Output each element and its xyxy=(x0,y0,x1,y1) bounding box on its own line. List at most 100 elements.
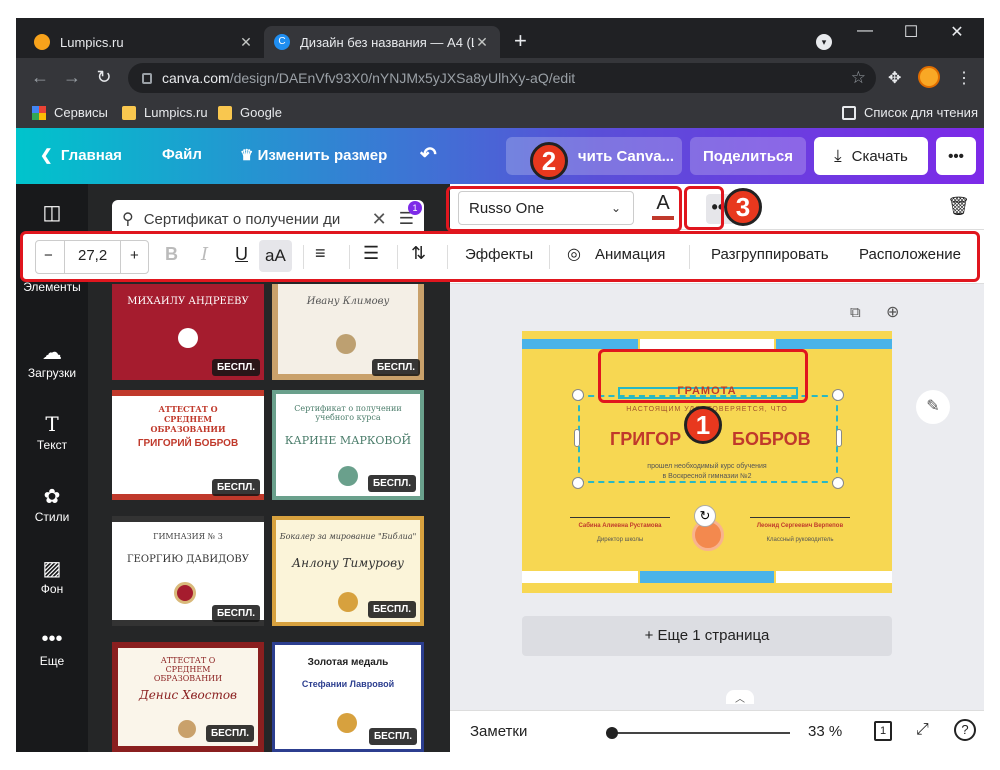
letter-case-button[interactable]: aA xyxy=(259,240,292,272)
background-pattern-icon: ▨ xyxy=(42,558,62,580)
resize-handle[interactable] xyxy=(832,389,844,401)
align-center-icon[interactable]: ≡ xyxy=(315,243,326,264)
rail-elements[interactable]: Элементы xyxy=(16,280,88,294)
extensions-puzzle-icon[interactable]: ✥ xyxy=(888,68,901,88)
rail-more[interactable]: ••• Еще xyxy=(16,628,88,668)
rail-uploads[interactable]: ☁ Загрузки xyxy=(16,340,88,380)
template-thumbnail[interactable]: Ивану Климову БЕСПЛ. xyxy=(272,284,424,380)
template-thumbnail[interactable]: АТТЕСТАТ О СРЕДНЕМ ОБРАЗОВАНИИ ГРИГОРИЙ … xyxy=(112,390,264,500)
free-badge: БЕСПЛ. xyxy=(211,479,260,496)
duplicate-page-icon[interactable]: ⧉ xyxy=(850,304,861,321)
rail-styles[interactable]: ✿ Стили xyxy=(16,484,88,524)
position-button[interactable]: Расположение xyxy=(859,246,961,263)
signer-name[interactable]: Леонид Сергеевич Верпепов xyxy=(732,523,868,529)
tab-canva-design[interactable]: C Дизайн без названия — A4 (Lan ✕ xyxy=(264,26,500,58)
spacing-icon[interactable]: ⇅ xyxy=(411,243,426,264)
bold-button[interactable]: B xyxy=(165,244,178,265)
undo-icon[interactable]: ↶ xyxy=(420,142,437,167)
help-button[interactable]: ? xyxy=(954,719,976,741)
free-badge: БЕСПЛ. xyxy=(367,601,416,618)
seal-icon xyxy=(338,466,358,486)
browser-toolbar: ← → ↻ canva.com /design/DAEnVfv93X0/nYNJ… xyxy=(16,58,984,98)
list-icon[interactable]: ☰ xyxy=(363,243,379,264)
zoom-level[interactable]: 33 % xyxy=(808,723,842,740)
italic-button[interactable]: I xyxy=(201,244,208,265)
increase-size-button[interactable]: + xyxy=(130,247,139,264)
rail-text[interactable]: T Текст xyxy=(16,412,88,452)
reload-icon[interactable]: ↻ xyxy=(92,67,116,88)
fullscreen-icon[interactable]: ⤢ xyxy=(916,721,929,739)
template-thumbnail[interactable]: Сертификат о получении учебного курса КА… xyxy=(272,390,424,500)
new-tab-plus-icon[interactable]: + xyxy=(514,30,527,52)
forward-arrow-icon[interactable]: → xyxy=(60,67,84,88)
tab-lumpics[interactable]: Lumpics.ru ✕ xyxy=(24,26,264,58)
signer-role[interactable]: Классный руководитель xyxy=(732,537,868,543)
bookmark-lumpics[interactable]: Lumpics.ru xyxy=(122,105,208,120)
zoom-knob[interactable] xyxy=(606,727,618,739)
close-icon[interactable]: ✕ xyxy=(474,34,490,51)
effects-button[interactable]: Эффекты xyxy=(465,246,533,263)
ungroup-button[interactable]: Разгруппировать xyxy=(711,246,829,263)
resize-handle[interactable] xyxy=(574,429,580,447)
animation-button[interactable]: Анимация xyxy=(595,246,665,263)
resize-button[interactable]: ♛ Изменить размер xyxy=(240,146,387,164)
seal-icon xyxy=(337,713,357,733)
home-button[interactable]: ❮ Главная xyxy=(40,146,122,164)
close-icon[interactable]: ✕ xyxy=(238,34,254,51)
template-thumbnail[interactable]: МИХАИЛУ АНДРЕЕВУ БЕСПЛ. xyxy=(112,284,264,380)
free-badge: БЕСПЛ. xyxy=(367,475,416,492)
back-arrow-icon[interactable]: ← xyxy=(28,67,52,88)
page-count-button[interactable]: 1 xyxy=(874,721,892,741)
resize-handle[interactable] xyxy=(836,429,842,447)
bookmark-star-icon[interactable]: ☆ xyxy=(851,68,866,88)
bookmarks-bar: Сервисы Lumpics.ru Google Список для чте… xyxy=(16,98,984,128)
course-line[interactable]: в Воскресной гимназии №2 xyxy=(522,473,892,480)
bookmark-google[interactable]: Google xyxy=(218,105,282,120)
template-thumbnail[interactable]: Бокалер за мирование "Библиа" Анлону Тим… xyxy=(272,516,424,626)
reading-list[interactable]: Список для чтения xyxy=(842,105,978,120)
decrease-size-button[interactable]: − xyxy=(44,247,53,264)
add-comment-icon[interactable]: ✎ xyxy=(916,390,950,424)
template-thumbnail[interactable]: АТТЕСТАТ О СРЕДНЕМ ОБРАЗОВАНИИ Денис Хво… xyxy=(112,642,264,752)
canva-favicon-icon: C xyxy=(274,34,290,50)
bookmark-services[interactable]: Сервисы xyxy=(32,105,108,120)
address-bar[interactable]: canva.com /design/DAEnVfv93X0/nYNJMx5yJX… xyxy=(128,63,876,93)
chevron-left-icon: ❮ xyxy=(40,147,53,164)
notes-button[interactable]: Заметки xyxy=(470,723,527,740)
close-window-icon[interactable]: ✕ xyxy=(934,22,980,42)
rail-label: Загрузки xyxy=(27,366,77,380)
chrome-menu-icon[interactable]: ⋮ xyxy=(956,68,972,88)
add-page-icon[interactable]: ⊕ xyxy=(886,302,899,322)
rail-templates[interactable]: ◫ xyxy=(16,200,88,226)
zoom-slider[interactable] xyxy=(606,727,790,739)
tab-search-chevron-icon[interactable]: ▾ xyxy=(816,34,832,50)
recipient-name[interactable]: БОБРОВ xyxy=(732,429,811,450)
rail-background[interactable]: ▨ Фон xyxy=(16,556,88,596)
signer-name[interactable]: Сабина Алиевна Рустамова xyxy=(552,523,688,529)
filter-icon[interactable]: ☰ 1 xyxy=(399,201,422,229)
underline-button[interactable]: U xyxy=(235,244,248,265)
recipient-name[interactable]: ГРИГОР xyxy=(610,429,681,450)
lock-icon xyxy=(142,72,152,84)
minimize-icon[interactable]: — xyxy=(842,22,888,40)
text-format-toolbar: − 27,2 + B I U aA ≡ ☰ ⇅ Эффекты ◎ Анимац… xyxy=(20,231,980,282)
download-button[interactable]: ⤓ Скачать xyxy=(814,137,928,175)
file-menu-button[interactable]: Файл xyxy=(162,146,202,163)
more-options-button[interactable]: ••• xyxy=(936,137,976,175)
maximize-icon[interactable]: ☐ xyxy=(888,22,934,42)
add-page-button[interactable]: + Еще 1 страница xyxy=(522,616,892,656)
signer-role[interactable]: Директор школы xyxy=(552,537,688,543)
chevron-up-icon[interactable]: ︿ xyxy=(726,690,754,705)
resize-handle[interactable] xyxy=(572,389,584,401)
clear-icon[interactable]: ✕ xyxy=(372,209,387,230)
rotate-handle-icon[interactable]: ↻ xyxy=(694,505,716,527)
trash-icon[interactable]: 🗑 xyxy=(947,196,970,217)
template-thumbnail[interactable]: ГИМНАЗИЯ № 3 ГЕОРГИЮ ДАВИДОВУ БЕСПЛ. xyxy=(112,516,264,626)
template-thumbnail[interactable]: Золотая медаль Стефании Лавровой БЕСПЛ. xyxy=(272,642,424,752)
profile-avatar[interactable] xyxy=(918,66,940,88)
course-line[interactable]: прошел необходимый курс обучения xyxy=(522,463,892,470)
font-size-control: − 27,2 + xyxy=(35,240,149,274)
share-button[interactable]: Поделиться xyxy=(690,137,806,175)
font-size-input[interactable]: 27,2 xyxy=(78,247,107,264)
template-title: Золотая медаль xyxy=(307,657,389,668)
